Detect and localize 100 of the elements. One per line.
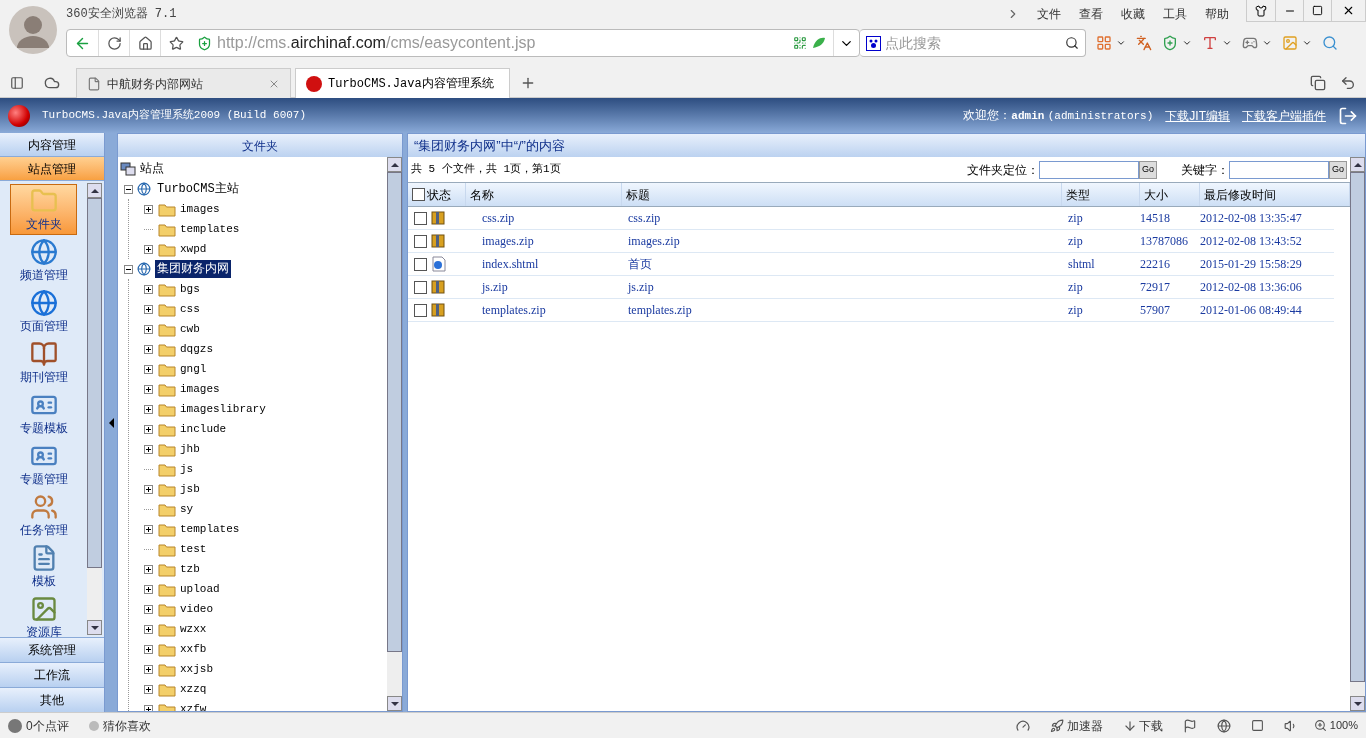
rocket-icon[interactable] (1049, 718, 1064, 733)
expand-icon[interactable] (144, 384, 153, 394)
table-cell[interactable]: js.zip (622, 278, 1062, 296)
site-node[interactable]: TurboCMS主站 (155, 180, 241, 198)
folder-node[interactable]: js (180, 460, 194, 478)
folder-node[interactable]: jsb (180, 480, 200, 498)
expand-icon[interactable] (144, 644, 153, 654)
browser-icon[interactable] (1216, 718, 1231, 733)
checkbox[interactable] (414, 257, 427, 271)
folder-node[interactable]: upload (180, 580, 220, 598)
new-tab-icon[interactable] (520, 75, 536, 91)
font-icon[interactable] (1202, 35, 1218, 51)
nav-item[interactable]: 频道管理 (10, 235, 77, 286)
avatar[interactable] (9, 6, 57, 54)
expand-icon[interactable] (144, 244, 153, 254)
keyword-field[interactable] (1229, 160, 1329, 179)
expand-icon[interactable] (144, 284, 153, 294)
tree-root[interactable]: 站点 (140, 160, 164, 178)
table-cell[interactable]: css.zip (466, 209, 622, 227)
nav-item[interactable]: 期刊管理 (10, 337, 77, 388)
qr-code-icon[interactable] (793, 36, 807, 50)
table-cell[interactable]: index.shtml (466, 255, 622, 273)
nav-item[interactable]: 模板 (10, 541, 77, 592)
home-icon[interactable] (137, 35, 153, 51)
caret-icon[interactable] (1222, 38, 1232, 48)
zoom-icon[interactable] (1313, 719, 1327, 732)
expand-icon[interactable] (144, 684, 153, 694)
shirt-icon[interactable] (1255, 4, 1267, 17)
browser-tab[interactable]: 中航财务内部网站 (76, 68, 291, 98)
menu-item[interactable]: 收藏 (1112, 5, 1154, 23)
folder-node[interactable]: imageslibrary (180, 400, 266, 418)
folder-node[interactable]: xzzq (180, 680, 207, 698)
column-header[interactable]: 名称 (470, 185, 494, 204)
table-cell[interactable]: images.zip (622, 232, 1062, 250)
folder-node[interactable]: dqgzs (180, 340, 213, 358)
folder-node[interactable]: xxfb (180, 640, 207, 658)
expand-icon[interactable] (144, 324, 153, 334)
expand-icon[interactable] (144, 364, 153, 374)
folder-node[interactable]: video (180, 600, 213, 618)
tabs-icon[interactable] (1310, 75, 1326, 91)
nav-item[interactable]: 专题模板 (10, 388, 77, 439)
nav-item[interactable]: 页面管理 (10, 286, 77, 337)
expand-icon[interactable] (144, 564, 153, 574)
status-link[interactable]: 猜你喜欢 (102, 716, 151, 735)
nav-item[interactable]: 文件夹 (10, 184, 77, 235)
search-box[interactable]: 点此搜索 (860, 29, 1086, 57)
section-header[interactable]: 站点管理 (0, 157, 104, 181)
nav-item[interactable]: 资源库 (10, 592, 77, 637)
folder-node[interactable]: test (180, 540, 207, 558)
folder-node[interactable]: cwb (180, 320, 200, 338)
expand-icon[interactable] (144, 444, 153, 454)
expand-icon[interactable] (144, 704, 153, 711)
go-button[interactable]: Go (1139, 160, 1157, 179)
folder-node[interactable]: xzfw (180, 700, 207, 711)
status-button[interactable]: 加速器 (1066, 716, 1103, 735)
table-cell[interactable]: templates.zip (466, 301, 622, 319)
status-button[interactable]: 下载 (1138, 716, 1163, 735)
expand-icon[interactable] (144, 524, 153, 534)
folder-node[interactable]: xxjsb (180, 660, 213, 678)
search-field[interactable]: 点此搜索 (885, 32, 1061, 54)
expand-icon[interactable] (144, 344, 153, 354)
go-button[interactable]: Go (1329, 160, 1347, 179)
undo-icon[interactable] (1340, 75, 1356, 91)
expand-icon[interactable] (144, 424, 153, 434)
checkbox[interactable] (414, 234, 427, 248)
expand-icon[interactable] (144, 584, 153, 594)
caret-icon[interactable] (1182, 38, 1192, 48)
table-cell[interactable]: images.zip (466, 232, 622, 250)
url-text[interactable]: http://cms.airchinaf.com/cms/easycontent.jsp (217, 31, 789, 55)
search-icon[interactable] (1065, 36, 1079, 50)
folder-node[interactable]: xwpd (180, 240, 207, 258)
leaf-icon[interactable] (811, 36, 827, 50)
shield-icon[interactable] (1162, 35, 1178, 51)
column-header[interactable]: 大小 (1144, 185, 1168, 204)
paw-icon[interactable] (866, 35, 881, 51)
menu-item[interactable]: 查看 (1070, 5, 1112, 23)
expand-icon[interactable] (144, 604, 153, 614)
folder-node[interactable]: css (180, 300, 200, 318)
nav-item[interactable]: 专题管理 (10, 439, 77, 490)
expand-icon[interactable] (144, 664, 153, 674)
folder-node[interactable]: images (180, 200, 220, 218)
maximize-icon[interactable] (1312, 5, 1323, 16)
column-header[interactable]: 类型 (1066, 185, 1090, 204)
reload-icon[interactable] (106, 35, 122, 51)
expand-icon[interactable] (144, 624, 153, 634)
menu-item[interactable]: 工具 (1154, 5, 1196, 23)
nav-item[interactable]: 任务管理 (10, 490, 77, 541)
download-link[interactable]: 下载JIT编辑 (1165, 106, 1230, 125)
checkbox[interactable] (414, 211, 427, 225)
column-header[interactable]: 状态 (427, 185, 451, 204)
table-cell[interactable]: templates.zip (622, 301, 1062, 319)
speed-icon[interactable] (1015, 718, 1030, 733)
sidebar-toggle-icon[interactable] (10, 76, 24, 90)
section-header[interactable]: 内容管理 (0, 133, 104, 157)
site-node[interactable]: 集团财务内网 (155, 260, 231, 278)
apps-icon[interactable] (1096, 35, 1112, 51)
caret-icon[interactable] (1262, 38, 1272, 48)
table-cell[interactable]: js.zip (466, 278, 622, 296)
table-cell[interactable]: css.zip (622, 209, 1062, 227)
expand-icon[interactable] (144, 304, 153, 314)
